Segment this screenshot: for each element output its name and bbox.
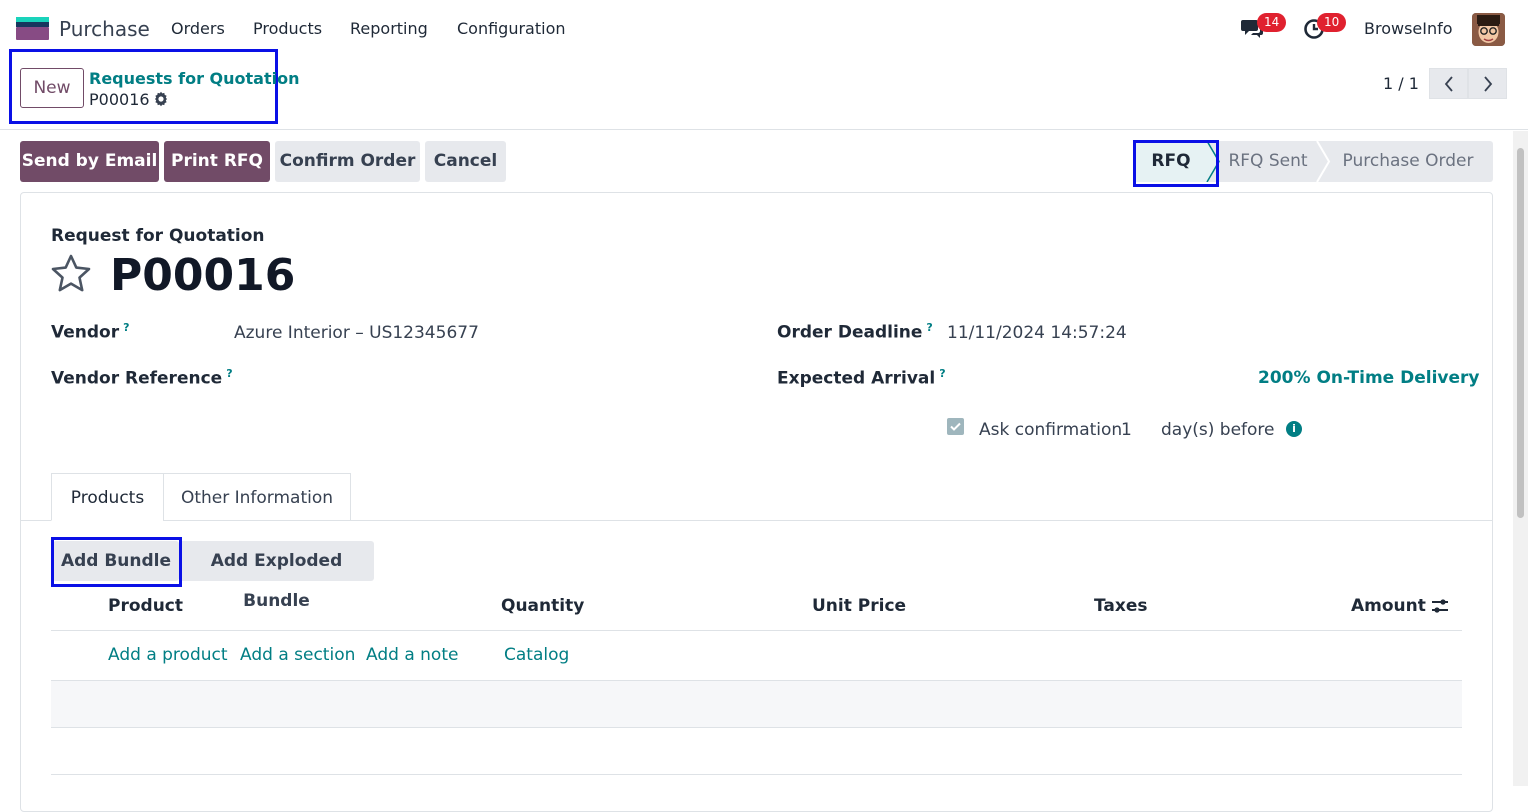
user-avatar[interactable] <box>1472 13 1505 46</box>
pager-next-button[interactable] <box>1468 68 1507 99</box>
table-row-divider <box>51 727 1462 728</box>
activities-badge: 10 <box>1317 13 1347 32</box>
table-row <box>51 681 1462 727</box>
pager-value[interactable]: 1 / 1 <box>1383 74 1419 93</box>
vendor-reference-label: Vendor Reference? <box>51 367 233 389</box>
app-name[interactable]: Purchase <box>59 17 150 41</box>
confirm-order-button[interactable]: Confirm Order <box>275 141 420 182</box>
vendor-reference-field[interactable] <box>234 369 714 391</box>
status-purchase-order[interactable]: Purchase Order <box>1329 141 1487 182</box>
ask-confirmation-checkbox[interactable] <box>947 418 964 435</box>
table-row-divider <box>51 774 1462 775</box>
record-name: P00016 <box>110 250 296 301</box>
cancel-button[interactable]: Cancel <box>425 141 506 182</box>
table-header-divider <box>51 630 1462 631</box>
ask-confirmation-label: Ask confirmation <box>979 420 1123 440</box>
highlight-add-bundle <box>51 537 182 587</box>
order-deadline-field[interactable]: 11/11/2024 14:57:24 <box>947 323 1127 343</box>
column-taxes[interactable]: Taxes <box>1094 596 1148 616</box>
days-before-label: day(s) before <box>1161 420 1275 440</box>
pager-previous-button[interactable] <box>1429 68 1468 99</box>
chevron-left-icon <box>1444 75 1453 92</box>
catalog-link[interactable]: Catalog <box>504 645 569 665</box>
breadcrumb-current: P00016 <box>89 90 150 109</box>
expected-arrival-label: Expected Arrival? <box>777 367 946 389</box>
highlight-rfq-status <box>1133 140 1219 187</box>
check-icon <box>950 422 961 431</box>
on-time-delivery-link[interactable]: 200% On-Time Delivery <box>1258 368 1480 388</box>
add-exploded-bundle-button[interactable]: Add Exploded Bundle <box>179 541 374 611</box>
send-by-email-button[interactable]: Send by Email <box>20 141 159 182</box>
scrollbar-thumb[interactable] <box>1517 148 1524 518</box>
purchase-app-icon[interactable] <box>16 17 49 40</box>
vendor-field[interactable]: Azure Interior – US12345677 <box>234 323 479 343</box>
breadcrumb-rfq-link[interactable]: Requests for Quotation <box>89 69 300 88</box>
info-icon[interactable]: i <box>1286 421 1302 437</box>
tab-products[interactable]: Products <box>51 473 164 521</box>
menu-products[interactable]: Products <box>253 19 322 38</box>
menu-reporting[interactable]: Reporting <box>350 19 428 38</box>
optional-columns-icon[interactable] <box>1431 598 1449 614</box>
add-section-link[interactable]: Add a section <box>240 645 355 665</box>
column-quantity[interactable]: Quantity <box>501 596 584 616</box>
order-deadline-label: Order Deadline? <box>777 321 933 343</box>
form-title-label: Request for Quotation <box>51 226 265 246</box>
column-unit-price[interactable]: Unit Price <box>812 596 906 616</box>
add-product-link[interactable]: Add a product <box>108 645 228 665</box>
messages-badge: 14 <box>1257 13 1287 32</box>
new-button[interactable]: New <box>20 68 84 108</box>
add-note-link[interactable]: Add a note <box>366 645 458 665</box>
chevron-right-icon <box>1483 75 1492 92</box>
ask-confirmation-days-field[interactable]: 1 <box>1121 420 1132 440</box>
menu-configuration[interactable]: Configuration <box>457 19 566 38</box>
gear-icon[interactable] <box>153 91 169 107</box>
company-switcher[interactable]: BrowseInfo <box>1364 19 1453 38</box>
star-icon[interactable] <box>51 254 91 292</box>
vendor-label: Vendor? <box>51 321 130 343</box>
column-amount[interactable]: Amount <box>1351 596 1426 616</box>
status-rfq-sent[interactable]: RFQ Sent <box>1219 141 1317 182</box>
menu-orders[interactable]: Orders <box>171 19 225 38</box>
print-rfq-button[interactable]: Print RFQ <box>164 141 270 182</box>
tab-other-information[interactable]: Other Information <box>163 473 351 521</box>
column-product[interactable]: Product <box>108 596 183 616</box>
